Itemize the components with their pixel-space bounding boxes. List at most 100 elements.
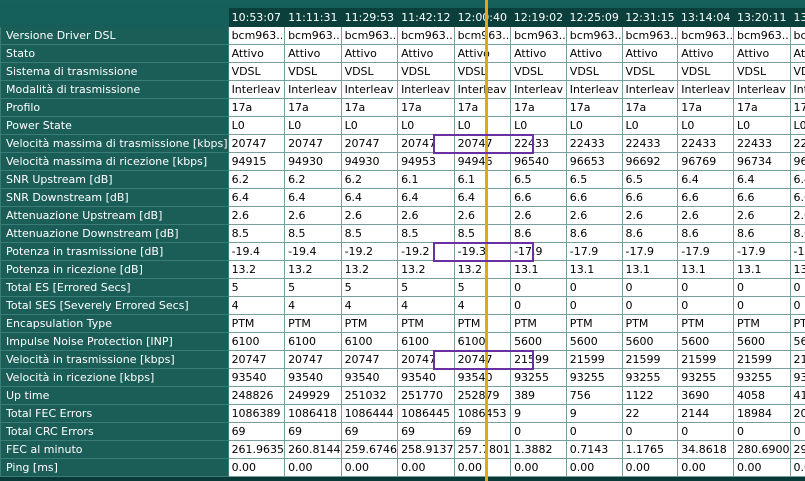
table-cell[interactable]: 6.4: [789, 170, 805, 189]
table-cell[interactable]: 22: [621, 404, 679, 423]
table-cell[interactable]: 22433: [510, 134, 567, 153]
table-cell[interactable]: 17a: [227, 98, 286, 117]
table-cell[interactable]: Attivo: [510, 44, 567, 63]
table-cell[interactable]: 8.5: [284, 224, 342, 243]
table-cell[interactable]: -17.9: [621, 242, 679, 261]
table-cell[interactable]: L0: [565, 116, 623, 135]
table-cell[interactable]: 93255: [677, 368, 734, 387]
table-cell[interactable]: 291.4950: [789, 440, 805, 459]
timestamp-header[interactable]: 13:20:11: [733, 8, 791, 27]
table-cell[interactable]: 69: [453, 422, 512, 441]
table-cell[interactable]: -19.4: [284, 242, 342, 261]
table-cell[interactable]: Interleav: [340, 80, 399, 99]
table-cell[interactable]: 94915: [227, 152, 286, 171]
table-cell[interactable]: -19.2: [340, 242, 399, 261]
timestamp-header[interactable]: 10:53:07: [227, 8, 286, 27]
table-cell[interactable]: 93255: [565, 368, 623, 387]
table-cell[interactable]: 6.4: [227, 188, 286, 207]
table-cell[interactable]: VDSL: [789, 62, 805, 81]
table-cell[interactable]: VDSL: [453, 62, 512, 81]
table-cell[interactable]: 6100: [397, 332, 455, 351]
table-cell[interactable]: 94946: [453, 152, 512, 171]
table-cell[interactable]: 13.1: [677, 260, 734, 279]
table-cell[interactable]: 17a: [453, 98, 512, 117]
table-cell[interactable]: L0: [510, 116, 567, 135]
table-cell[interactable]: L0: [284, 116, 342, 135]
table-cell[interactable]: 5: [397, 278, 455, 297]
table-cell[interactable]: 96769: [677, 152, 734, 171]
table-cell[interactable]: bcm963..: [284, 26, 342, 45]
table-cell[interactable]: 0: [789, 422, 805, 441]
table-cell[interactable]: 5: [227, 278, 286, 297]
table-cell[interactable]: 69: [227, 422, 286, 441]
table-cell[interactable]: 0.7143: [565, 440, 623, 459]
table-cell[interactable]: 17a: [510, 98, 567, 117]
table-cell[interactable]: 21599: [621, 350, 679, 369]
table-cell[interactable]: -17.9: [733, 242, 791, 261]
table-cell[interactable]: 96692: [621, 152, 679, 171]
table-cell[interactable]: 22433: [621, 134, 679, 153]
table-cell[interactable]: 257.7801: [453, 440, 512, 459]
table-cell[interactable]: 13.2: [284, 260, 342, 279]
table-cell[interactable]: 13.1: [510, 260, 567, 279]
table-cell[interactable]: 0: [733, 422, 791, 441]
table-cell[interactable]: 4: [340, 296, 399, 315]
table-cell[interactable]: VDSL: [621, 62, 679, 81]
table-cell[interactable]: 6.2: [284, 170, 342, 189]
table-cell[interactable]: bcm963..: [453, 26, 512, 45]
table-cell[interactable]: 20747: [397, 134, 455, 153]
table-cell[interactable]: bcm963..: [340, 26, 399, 45]
table-cell[interactable]: 20747: [453, 350, 512, 369]
table-cell[interactable]: 8.5: [340, 224, 399, 243]
table-cell[interactable]: 1.3882: [510, 440, 567, 459]
table-cell[interactable]: 389: [510, 386, 567, 405]
table-cell[interactable]: bcm963..: [565, 26, 623, 45]
table-cell[interactable]: bcm963..: [789, 26, 805, 45]
table-cell[interactable]: 21599: [565, 350, 623, 369]
table-cell[interactable]: 6.1: [453, 170, 512, 189]
table-cell[interactable]: 6.4: [677, 170, 734, 189]
table-cell[interactable]: PTM: [227, 314, 286, 333]
table-cell[interactable]: 21599: [733, 350, 791, 369]
table-cell[interactable]: 0.00: [510, 458, 567, 477]
table-cell[interactable]: 22433: [677, 134, 734, 153]
table-cell[interactable]: 3690: [677, 386, 734, 405]
table-cell[interactable]: 252879: [453, 386, 512, 405]
table-cell[interactable]: 8.5: [227, 224, 286, 243]
table-cell[interactable]: 0: [565, 296, 623, 315]
table-cell[interactable]: 8.6: [677, 224, 734, 243]
table-cell[interactable]: Interleav: [621, 80, 679, 99]
table-cell[interactable]: 0: [621, 422, 679, 441]
table-cell[interactable]: Interleav: [677, 80, 734, 99]
table-cell[interactable]: bcm963..: [510, 26, 567, 45]
table-cell[interactable]: bcm963..: [733, 26, 791, 45]
table-cell[interactable]: 69: [397, 422, 455, 441]
table-cell[interactable]: Attivo: [565, 44, 623, 63]
table-cell[interactable]: PTM: [733, 314, 791, 333]
table-cell[interactable]: Attivo: [677, 44, 734, 63]
table-cell[interactable]: 6.4: [284, 188, 342, 207]
table-cell[interactable]: 0.00: [565, 458, 623, 477]
table-cell[interactable]: 20747: [397, 350, 455, 369]
table-cell[interactable]: 5600: [733, 332, 791, 351]
table-cell[interactable]: 6.6: [677, 188, 734, 207]
table-cell[interactable]: 2.6: [565, 206, 623, 225]
table-cell[interactable]: 5600: [621, 332, 679, 351]
table-cell[interactable]: 8.5: [453, 224, 512, 243]
table-cell[interactable]: 69: [340, 422, 399, 441]
table-cell[interactable]: 1122: [621, 386, 679, 405]
table-cell[interactable]: 5600: [789, 332, 805, 351]
table-cell[interactable]: 22433: [565, 134, 623, 153]
table-cell[interactable]: 9: [510, 404, 567, 423]
table-cell[interactable]: 6.4: [340, 188, 399, 207]
table-cell[interactable]: Attivo: [227, 44, 286, 63]
table-cell[interactable]: 0: [789, 278, 805, 297]
table-cell[interactable]: 0.00: [677, 458, 734, 477]
table-cell[interactable]: 93255: [621, 368, 679, 387]
table-cell[interactable]: L0: [397, 116, 455, 135]
table-cell[interactable]: Attivo: [397, 44, 455, 63]
table-cell[interactable]: -17.9: [789, 242, 805, 261]
table-cell[interactable]: 0.00: [227, 458, 286, 477]
table-cell[interactable]: 17a: [565, 98, 623, 117]
table-cell[interactable]: L0: [621, 116, 679, 135]
